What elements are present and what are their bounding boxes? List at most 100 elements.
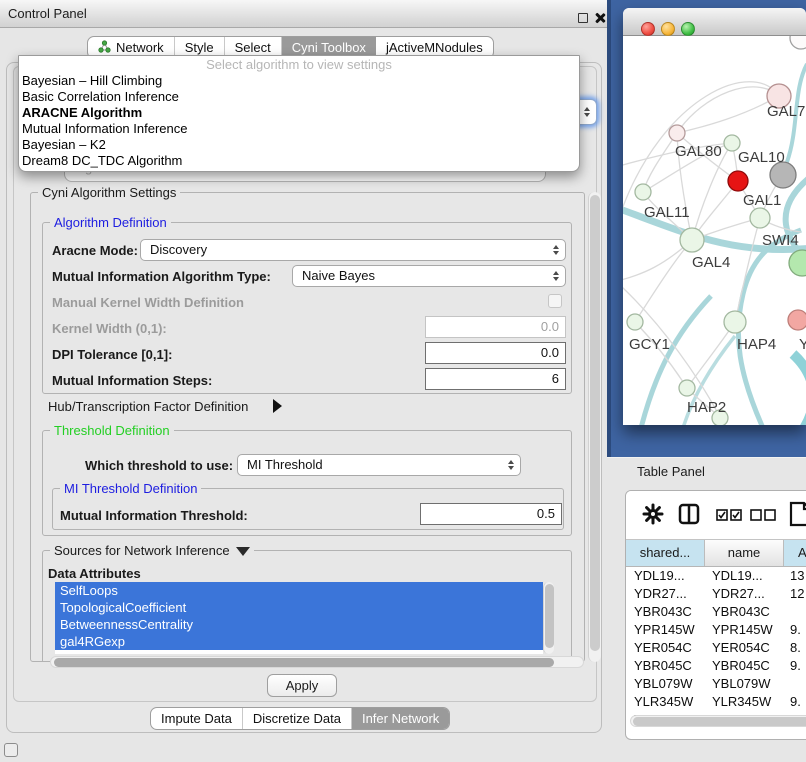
dpi-tolerance-label: DPI Tolerance [0,1]:	[52, 347, 172, 362]
scrollbar-thumb[interactable]	[633, 717, 806, 726]
table-cell: YBL079W	[626, 675, 704, 693]
network-node[interactable]	[789, 250, 806, 276]
network-node[interactable]	[635, 184, 651, 200]
table-row[interactable]: YDR27...YDR27...12	[626, 585, 806, 603]
mi-type-combo[interactable]: Naive Bayes	[292, 265, 566, 287]
table-row[interactable]: YBL079WYBL079W	[626, 675, 806, 693]
which-threshold-combo[interactable]: MI Threshold	[237, 454, 521, 476]
file-icon[interactable]	[789, 501, 806, 532]
table-cell	[782, 675, 806, 693]
network-node[interactable]	[627, 314, 643, 330]
column-header-shared[interactable]: shared...	[626, 540, 705, 566]
network-node[interactable]	[790, 36, 806, 49]
close-window-icon[interactable]	[641, 22, 655, 36]
network-node[interactable]	[788, 310, 806, 330]
kernel-width-label: Kernel Width (0,1):	[52, 321, 167, 336]
mi-threshold-field[interactable]: 0.5	[420, 503, 562, 525]
network-canvas[interactable]: GAL7GAL80GAL10GAL1GAL11SWI4GAL4GCY1HAP4Y…	[623, 36, 806, 425]
column-header-name[interactable]: name	[705, 540, 784, 566]
tab-infer-network[interactable]: Infer Network	[352, 708, 449, 729]
table-row[interactable]: YPR145WYPR145W9.	[626, 621, 806, 639]
network-node[interactable]	[750, 208, 770, 228]
network-edge[interactable]	[793, 354, 806, 425]
close-icon[interactable]	[594, 12, 606, 24]
mi-steps-field[interactable]: 6	[425, 368, 566, 390]
network-edge[interactable]	[687, 322, 735, 388]
attributes-vertical-scrollbar[interactable]	[543, 582, 554, 654]
table-cell: YDL19...	[704, 567, 782, 585]
dropdown-item[interactable]: Mutual Information Inference	[19, 121, 579, 137]
table-row[interactable]: YBR043CYBR043C	[626, 603, 806, 621]
network-node[interactable]	[680, 228, 704, 252]
network-node[interactable]	[728, 171, 748, 191]
dropdown-item[interactable]: ARACNE Algorithm	[19, 105, 579, 121]
table-row[interactable]: YBR045CYBR045C9.	[626, 657, 806, 675]
expand-arrow-icon[interactable]	[273, 399, 282, 413]
tab-impute-data[interactable]: Impute Data	[151, 708, 243, 729]
dpi-tolerance-field[interactable]: 0.0	[425, 342, 566, 364]
table-body: YDL19...YDL19...13YDR27...YDR27...12YBR0…	[626, 567, 806, 723]
data-attributes-label: Data Attributes	[48, 566, 141, 581]
network-edge[interactable]	[735, 218, 760, 322]
attribute-list-item[interactable]: SelfLoops	[55, 582, 543, 599]
attributes-horizontal-scrollbar[interactable]	[50, 656, 584, 668]
table-cell: 9.	[782, 657, 806, 675]
network-node-label: GAL10	[738, 149, 785, 166]
scrollbar-thumb[interactable]	[54, 658, 554, 667]
mi-steps-label: Mutual Information Steps:	[52, 373, 212, 388]
manual-kernel-checkbox[interactable]	[548, 294, 562, 308]
combo-stepper-icon	[553, 271, 559, 281]
apply-button[interactable]: Apply	[267, 674, 337, 697]
kernel-width-field[interactable]: 0.0	[425, 316, 566, 338]
dropdown-item[interactable]: Bayesian – K2	[19, 137, 579, 153]
float-panel-icon[interactable]	[578, 13, 588, 23]
tab-discretize-data[interactable]: Discretize Data	[243, 708, 352, 729]
table-cell: 12	[782, 585, 806, 603]
table-header-row: shared... name A	[626, 539, 806, 567]
table-cell: 9.	[782, 693, 806, 711]
table-cell: YLR345W	[626, 693, 704, 711]
zoom-window-icon[interactable]	[681, 22, 695, 36]
table-cell: YPR145W	[626, 621, 704, 639]
dropdown-item[interactable]: Bayesian – Hill Climbing	[19, 73, 579, 89]
table-row[interactable]: YLR345WYLR345W9.	[626, 693, 806, 711]
aracne-mode-combo[interactable]: Discovery	[140, 239, 566, 261]
dropdown-item[interactable]: Basic Correlation Inference	[19, 89, 579, 105]
cyni-bottom-tabbar: Impute Data Discretize Data Infer Networ…	[150, 707, 450, 730]
table-cell: YBL079W	[704, 675, 782, 693]
network-node-label: HAP4	[737, 336, 776, 353]
network-edge[interactable]	[643, 133, 677, 192]
attribute-list-item[interactable]: BetweennessCentrality	[55, 616, 543, 633]
scrollbar-thumb[interactable]	[545, 584, 554, 648]
network-node[interactable]	[679, 380, 695, 396]
scrollbar-thumb[interactable]	[590, 195, 600, 651]
network-node[interactable]	[669, 125, 685, 141]
deselect-all-icon[interactable]	[750, 508, 776, 526]
attribute-list-item[interactable]: TopologicalCoefficient	[55, 599, 543, 616]
table-cell: YDR27...	[626, 585, 704, 603]
group-title: Cyni Algorithm Settings	[38, 185, 180, 200]
table-row[interactable]: YER054CYER054C8.	[626, 639, 806, 657]
combo-stepper-icon	[508, 460, 514, 470]
settings-vertical-scrollbar[interactable]	[588, 192, 601, 662]
data-attributes-list[interactable]: SelfLoopsTopologicalCoefficientBetweenne…	[55, 582, 543, 654]
columns-icon[interactable]	[678, 503, 700, 530]
network-node-label: GAL11	[644, 204, 690, 221]
attribute-list-item[interactable]: gal4RGexp	[55, 633, 543, 650]
network-view-window[interactable]: GAL7GAL80GAL10GAL1GAL11SWI4GAL4GCY1HAP4Y…	[623, 8, 806, 425]
panel-corner-icon[interactable]	[4, 743, 18, 757]
network-window-titlebar[interactable]	[623, 8, 806, 36]
table-row[interactable]: YDL19...YDL19...13	[626, 567, 806, 585]
column-header-next[interactable]: A	[784, 540, 806, 566]
network-node[interactable]	[724, 311, 746, 333]
table-horizontal-scrollbar[interactable]	[630, 715, 806, 727]
network-edge[interactable]	[677, 87, 779, 133]
minimize-window-icon[interactable]	[661, 22, 675, 36]
collapse-arrow-icon	[236, 547, 250, 556]
select-all-icon[interactable]	[716, 508, 742, 526]
dropdown-item[interactable]: Dream8 DC_TDC Algorithm	[19, 153, 579, 169]
gear-icon[interactable]	[642, 503, 664, 530]
combo-stepper-icon	[584, 107, 590, 117]
manual-kernel-label: Manual Kernel Width Definition	[52, 295, 244, 310]
which-threshold-label: Which threshold to use:	[85, 458, 233, 473]
